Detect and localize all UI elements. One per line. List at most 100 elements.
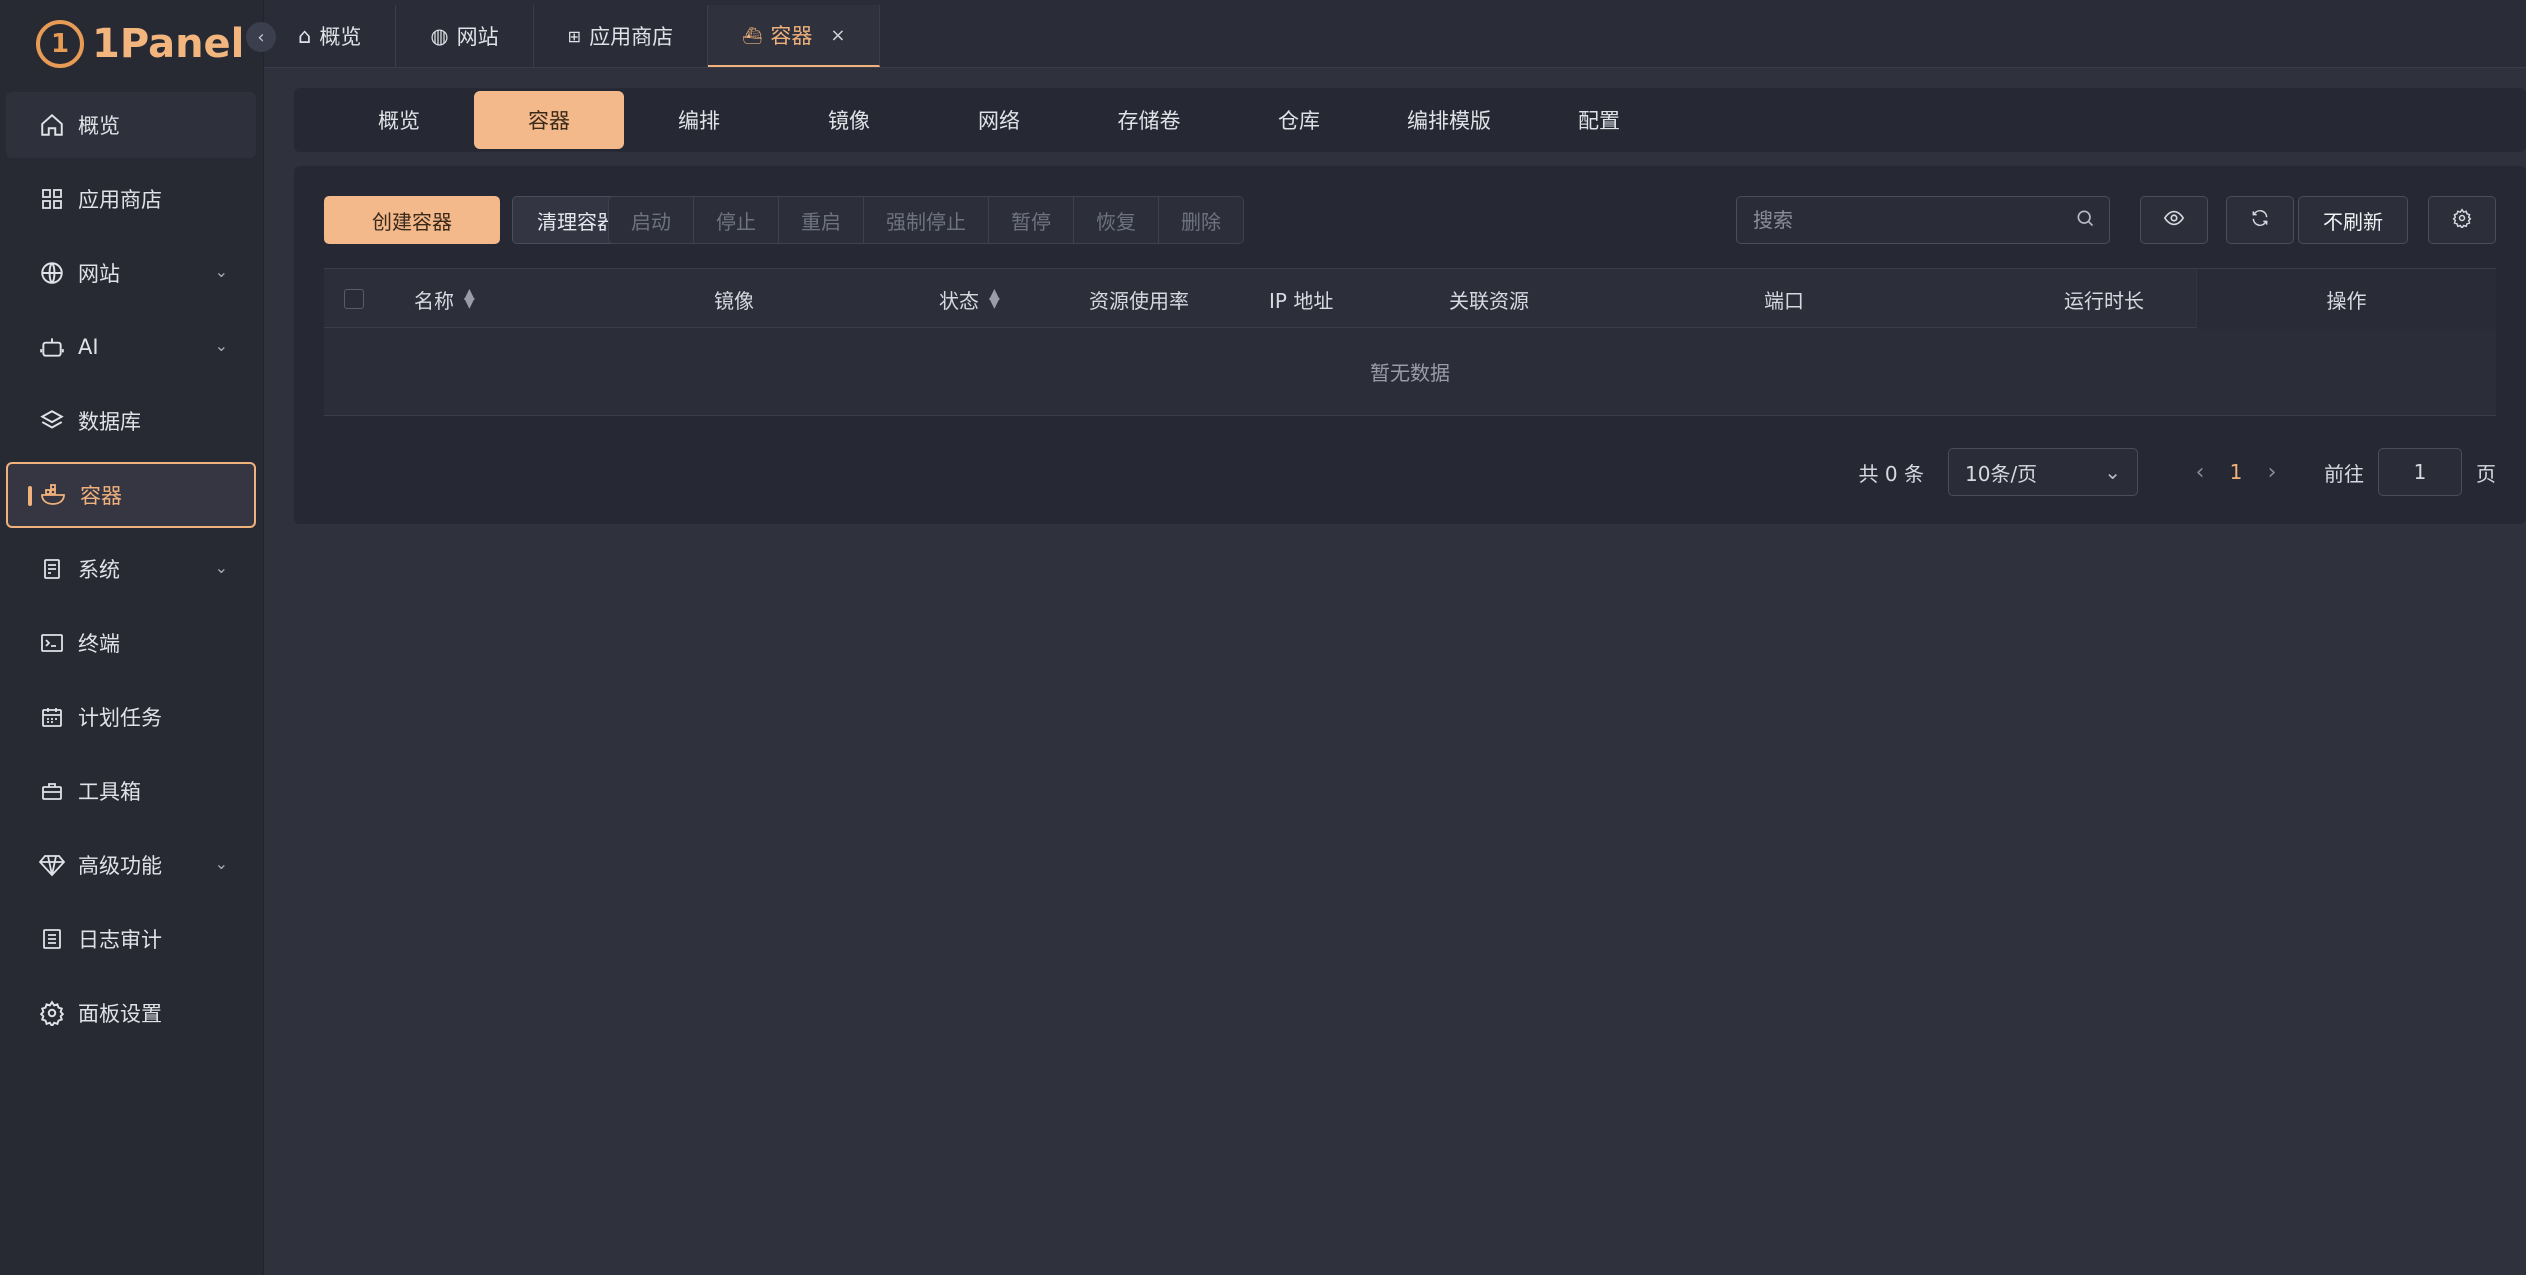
tab-label: 网站: [456, 25, 499, 49]
subtab-compose-templates[interactable]: 编排模版: [1374, 91, 1524, 149]
column-label: 运行时长: [2064, 288, 2144, 313]
column-visibility-button[interactable]: [2140, 196, 2208, 244]
home-icon: ⌂: [298, 24, 312, 48]
sidebar-menu: 概览 应用商店 网站 ⌄ AI ⌄ 数据库 容器 系统 ⌄ 终端 计划任务 工具…: [0, 92, 264, 1054]
logo-text: 1Panel: [92, 21, 245, 67]
subtab-overview[interactable]: 概览: [324, 91, 474, 149]
app-logo[interactable]: 1 1Panel: [36, 14, 244, 74]
sidebar-collapse-button[interactable]: ‹: [246, 22, 276, 52]
sidebar-item-database[interactable]: 数据库: [6, 388, 256, 454]
sort-icon[interactable]: ▲ ▼: [989, 287, 1000, 310]
calendar-icon: [38, 703, 66, 731]
column-label: 状态: [939, 288, 979, 313]
column-status[interactable]: 状态 ▲ ▼: [939, 269, 1000, 329]
column-image: 镜像: [714, 269, 754, 329]
sort-icon[interactable]: ▲ ▼: [464, 287, 475, 310]
empty-state: 暂无数据: [324, 328, 2496, 416]
container-sub-tabs: 概览 容器 编排 镜像 网络 存储卷 仓库 编排模版 配置: [294, 88, 2526, 152]
sidebar-item-label: AI: [78, 335, 99, 359]
sidebar-item-label: 高级功能: [78, 854, 162, 878]
sidebar-item-label: 终端: [78, 632, 120, 656]
subtab-repositories[interactable]: 仓库: [1224, 91, 1374, 149]
select-all-checkbox[interactable]: [344, 289, 364, 309]
goto-page-value: 1: [2413, 460, 2427, 484]
search-icon[interactable]: [2075, 208, 2095, 232]
chevron-down-icon: ⌄: [214, 336, 228, 355]
create-container-button[interactable]: 创建容器: [324, 196, 500, 244]
sidebar-item-toolbox[interactable]: 工具箱: [6, 758, 256, 824]
sidebar-item-app-store[interactable]: 应用商店: [6, 166, 256, 232]
sidebar-item-label: 系统: [78, 558, 120, 582]
prev-page-button[interactable]: ‹: [2182, 460, 2218, 485]
chevron-down-icon: ⌄: [2104, 460, 2121, 484]
sidebar-item-advanced[interactable]: 高级功能 ⌄: [6, 832, 256, 898]
home-icon: [38, 111, 66, 139]
eye-icon: [2163, 207, 2185, 233]
sidebar-item-label: 面板设置: [78, 1002, 162, 1026]
auto-refresh-select[interactable]: 不刷新: [2298, 196, 2408, 244]
terminal-icon: [38, 629, 66, 657]
close-icon[interactable]: ×: [830, 25, 845, 46]
next-page-button[interactable]: ›: [2254, 460, 2290, 485]
resume-button[interactable]: 恢复: [1074, 197, 1159, 243]
docker-icon: ⛴: [742, 25, 763, 45]
page-size-value: 10条/页: [1965, 461, 2038, 486]
column-uptime: 运行时长: [2064, 269, 2144, 329]
layers-icon: [38, 407, 66, 435]
stop-button[interactable]: 停止: [694, 197, 779, 243]
goto-page-input[interactable]: 1: [2378, 448, 2462, 496]
page-size-select[interactable]: 10条/页 ⌄: [1948, 448, 2138, 496]
pause-button[interactable]: 暂停: [989, 197, 1074, 243]
sidebar-item-website[interactable]: 网站 ⌄: [6, 240, 256, 306]
sidebar-item-cron[interactable]: 计划任务: [6, 684, 256, 750]
goto-label: 前往: [2324, 461, 2364, 486]
restart-button[interactable]: 重启: [779, 197, 864, 243]
tab-overview[interactable]: ⌂ 概览: [264, 5, 397, 67]
column-label: IP 地址: [1269, 288, 1334, 313]
search-input[interactable]: [1751, 207, 2075, 233]
top-tab-bar: ⌂ 概览 ◍ 网站 ⊞ 应用商店 ⛴ 容器 ×: [264, 0, 2526, 68]
column-operations: 操作: [2196, 269, 2496, 329]
start-button[interactable]: 启动: [609, 197, 694, 243]
subtab-volumes[interactable]: 存储卷: [1074, 91, 1224, 149]
sidebar-item-log-audit[interactable]: 日志审计: [6, 906, 256, 972]
refresh-button[interactable]: [2226, 196, 2294, 244]
sidebar: 1 1Panel 概览 应用商店 网站 ⌄ AI ⌄ 数据库 容器 系统 ⌄ 终…: [0, 0, 264, 1275]
batch-action-group: 启动 停止 重启 强制停止 暂停 恢复 删除: [608, 196, 1244, 244]
tab-app-store[interactable]: ⊞ 应用商店: [534, 5, 709, 67]
sidebar-item-label: 概览: [78, 114, 120, 138]
select-all-cell: [344, 269, 364, 329]
settings-button[interactable]: [2428, 196, 2496, 244]
tab-website[interactable]: ◍ 网站: [396, 5, 534, 67]
delete-button[interactable]: 删除: [1159, 197, 1243, 243]
sidebar-item-label: 网站: [78, 262, 120, 286]
column-resource-usage: 资源使用率: [1089, 269, 1189, 329]
column-label: 操作: [2326, 288, 2367, 313]
sidebar-item-ai[interactable]: AI ⌄: [6, 314, 256, 380]
force-stop-button[interactable]: 强制停止: [864, 197, 989, 243]
subtab-compose[interactable]: 编排: [624, 91, 774, 149]
page-number-current[interactable]: 1: [2218, 460, 2254, 484]
grid-icon: [38, 185, 66, 213]
sidebar-item-label: 计划任务: [78, 706, 162, 730]
column-label: 名称: [414, 288, 454, 313]
search-box: [1736, 196, 2110, 244]
subtab-networks[interactable]: 网络: [924, 91, 1074, 149]
sidebar-item-label: 工具箱: [78, 780, 141, 804]
sidebar-item-container[interactable]: 容器: [6, 462, 256, 528]
diamond-icon: [38, 851, 66, 879]
sidebar-item-panel-settings[interactable]: 面板设置: [6, 980, 256, 1046]
sidebar-item-system[interactable]: 系统 ⌄: [6, 536, 256, 602]
globe-icon: ◍: [430, 24, 449, 48]
gear-icon: [2452, 208, 2472, 232]
subtab-images[interactable]: 镜像: [774, 91, 924, 149]
subtab-containers[interactable]: 容器: [474, 91, 624, 149]
sidebar-item-terminal[interactable]: 终端: [6, 610, 256, 676]
tab-container[interactable]: ⛴ 容器 ×: [708, 5, 881, 67]
sidebar-item-overview[interactable]: 概览: [6, 92, 256, 158]
subtab-config[interactable]: 配置: [1524, 91, 1674, 149]
column-label: 关联资源: [1449, 288, 1529, 313]
chevron-down-icon: ⌄: [214, 558, 228, 577]
column-label: 端口: [1764, 288, 1804, 313]
column-name[interactable]: 名称 ▲ ▼: [414, 269, 475, 329]
